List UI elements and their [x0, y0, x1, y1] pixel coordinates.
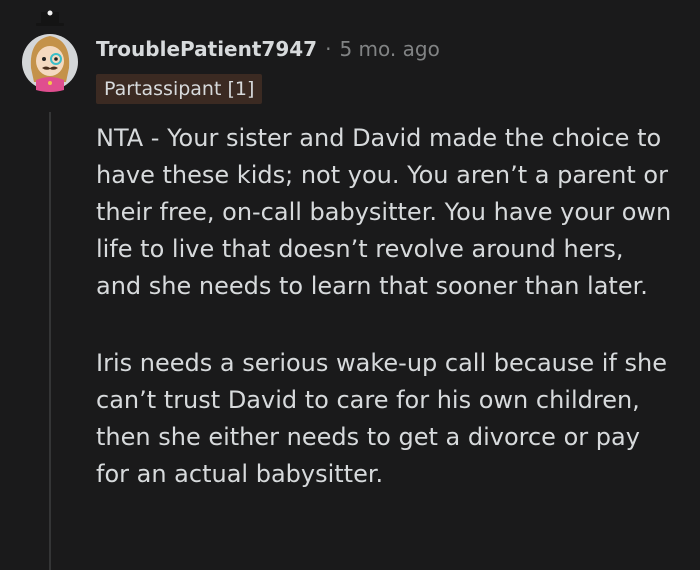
comment-body: NTA - Your sister and David made the cho…: [96, 120, 676, 493]
comment-timestamp[interactable]: 5 mo. ago: [339, 37, 439, 61]
comment-paragraph: Iris needs a serious wake-up call becaus…: [96, 349, 668, 488]
username-link[interactable]: TroublePatient7947: [96, 37, 317, 61]
comment: TroublePatient7947 · 5 mo. ago Partassip…: [0, 0, 700, 570]
comment-paragraph: NTA - Your sister and David made the cho…: [96, 124, 672, 300]
user-flair-badge: Partassipant [1]: [96, 74, 263, 104]
thread-collapse-line[interactable]: [49, 112, 51, 570]
meta-separator: ·: [325, 37, 332, 61]
user-avatar[interactable]: [22, 10, 78, 104]
comment-header: TroublePatient7947 · 5 mo. ago: [96, 34, 440, 64]
avatar-snoo-icon: [22, 10, 78, 92]
